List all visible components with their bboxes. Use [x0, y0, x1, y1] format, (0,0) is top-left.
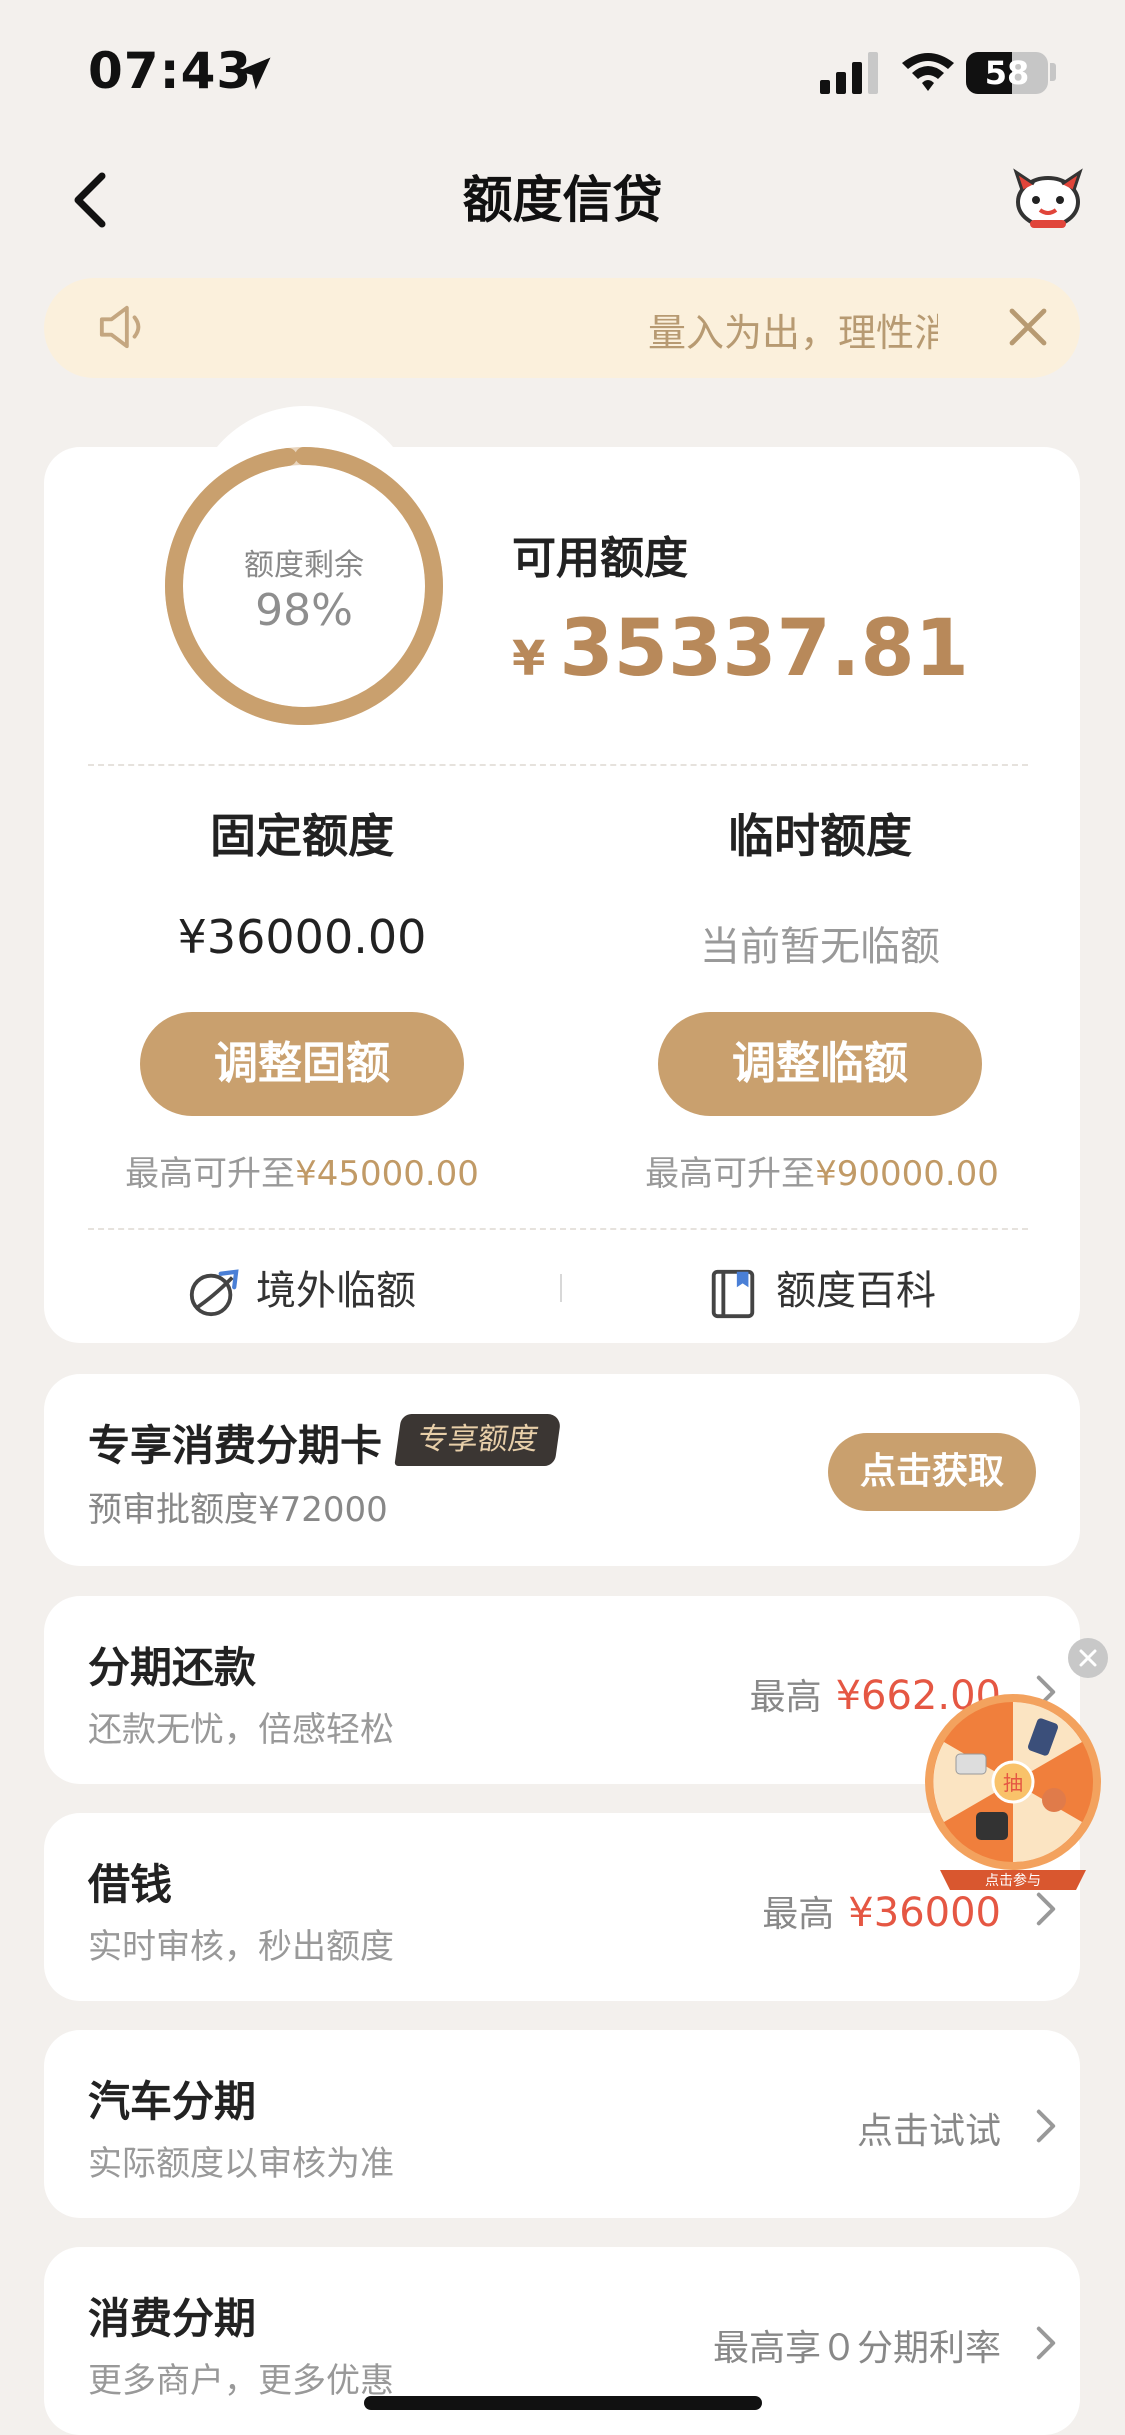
ring-percent: 98% — [255, 585, 353, 636]
row-title: 消费分期 — [88, 2294, 257, 2343]
temporary-credit-value: 当前暂无临额 — [700, 924, 940, 970]
wifi-icon — [902, 53, 954, 91]
wheel-caption: 点击参与 — [985, 1872, 1041, 1889]
fixed-credit-title: 固定额度 — [210, 809, 394, 863]
get-now-button[interactable]: 点击获取 — [828, 1433, 1036, 1511]
exclusive-badge: 专享额度 — [394, 1414, 562, 1466]
fixed-max-note: 最高可升至¥45000.00 — [125, 1154, 479, 1194]
battery-indicator: 58 — [966, 52, 1048, 94]
overseas-temp-credit-label: 境外临额 — [256, 1268, 416, 1314]
row-right-text: 点击试试 — [856, 2111, 1001, 2152]
ring-label: 额度剩余 — [244, 548, 364, 583]
row-right-text: 最高享０分期利率 — [712, 2328, 1001, 2369]
row-subtitle: 实际额度以审核为准 — [88, 2144, 394, 2184]
service-mascot-icon[interactable] — [1010, 166, 1086, 230]
status-time: 07:43 — [88, 42, 253, 100]
speaker-icon — [99, 305, 141, 349]
exclusive-card-title: 专享消费分期卡 — [88, 1421, 383, 1470]
available-credit-amount: ¥35337.81 — [512, 604, 969, 694]
wheel-center-label: 抽 — [1003, 1771, 1023, 1795]
page-title: 额度信贷 — [462, 171, 663, 229]
divider — [88, 1228, 1028, 1230]
temporary-max-note: 最高可升至¥90000.00 — [645, 1154, 999, 1194]
chevron-right-icon — [1036, 1892, 1056, 1926]
adjust-temporary-button[interactable]: 调整临额 — [658, 1012, 982, 1116]
chevron-right-icon — [1036, 2326, 1056, 2360]
temporary-credit-title: 临时额度 — [728, 809, 912, 863]
available-amount-value: 35337.81 — [559, 604, 969, 694]
row-subtitle: 实时审核，秒出额度 — [88, 1927, 394, 1967]
adjust-fixed-button[interactable]: 调整固额 — [140, 1012, 464, 1116]
close-wheel-button[interactable] — [1068, 1638, 1108, 1678]
chevron-right-icon — [1036, 2109, 1056, 2143]
lucky-wheel-widget[interactable]: 抽 点击参与 — [920, 1692, 1106, 1892]
row-title: 借钱 — [88, 1860, 173, 1909]
home-indicator — [364, 2396, 762, 2410]
globe-plane-icon — [189, 1269, 239, 1317]
cellular-signal-icon — [820, 52, 878, 94]
divider — [88, 764, 1028, 766]
row-subtitle: 更多商户，更多优惠 — [88, 2361, 394, 2401]
location-arrow-icon — [237, 57, 271, 90]
credit-wiki-link[interactable]: 额度百科 — [706, 1258, 936, 1320]
battery-level: 58 — [984, 54, 1030, 92]
row-subtitle: 还款无忧，倍感轻松 — [88, 1710, 394, 1750]
exclusive-card-subtitle: 预审批额度¥72000 — [88, 1490, 388, 1530]
close-icon[interactable] — [1006, 305, 1050, 349]
row-title: 汽车分期 — [88, 2077, 257, 2126]
currency-symbol: ¥ — [512, 631, 546, 687]
credit-wiki-label: 额度百科 — [776, 1268, 936, 1314]
link-separator — [560, 1274, 562, 1302]
row-title: 分期还款 — [88, 1643, 257, 1692]
available-credit-label: 可用额度 — [512, 533, 688, 584]
fixed-credit-value: ¥36000.00 — [177, 910, 427, 964]
row-right-text: 最高 ¥36000 — [762, 1890, 1001, 1936]
close-icon — [1079, 1649, 1097, 1667]
notice-marquee-text: 量入为出，理性消费 — [648, 311, 938, 355]
book-icon — [711, 1269, 755, 1319]
overseas-temp-credit-link[interactable]: 境外临额 — [186, 1258, 416, 1320]
